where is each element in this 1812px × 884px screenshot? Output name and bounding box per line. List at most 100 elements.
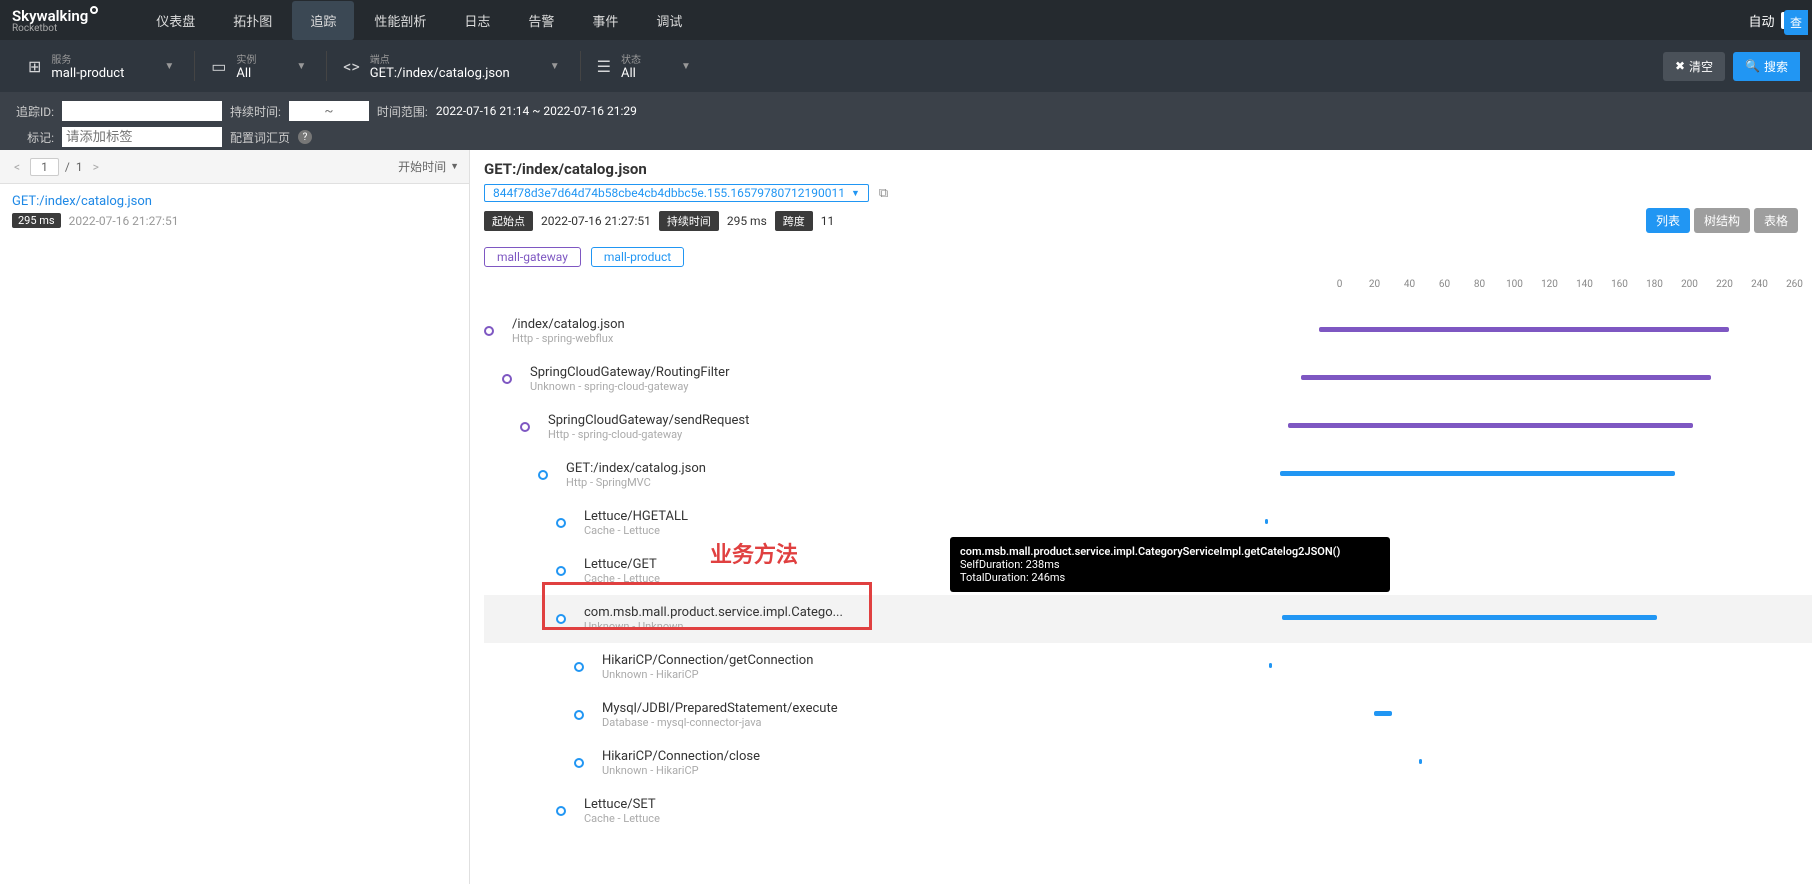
info-icon[interactable]: ? (298, 130, 312, 144)
trace-name: GET:/index/catalog.json (12, 194, 457, 209)
span-name: /index/catalog.json (512, 317, 625, 332)
span-dot-icon (574, 710, 584, 720)
nav-item-6[interactable]: 事件 (574, 1, 636, 40)
search-button[interactable]: 🔍搜索 (1733, 52, 1800, 81)
state-icon: ☰ (597, 57, 611, 76)
trace-list-item[interactable]: GET:/index/catalog.json 295 ms 2022-07-1… (0, 184, 469, 238)
tag-label: 标记: (12, 129, 54, 146)
span-row[interactable]: GET:/index/catalog.jsonHttp - SpringMVC (484, 451, 1812, 499)
span-name: Lettuce/GET (584, 557, 660, 572)
filter-service[interactable]: ⊞ 服务mall-product ▼ (12, 51, 190, 81)
span-dot-icon (538, 470, 548, 480)
span-row[interactable]: SpringCloudGateway/sendRequestHttp - spr… (484, 403, 1812, 451)
span-row[interactable]: HikariCP/Connection/getConnectionUnknown… (484, 643, 1812, 691)
start-value: 2022-07-16 21:27:51 (541, 214, 651, 228)
span-bar (1282, 615, 1657, 620)
span-sub: Unknown - HikariCP (602, 668, 813, 681)
filter-instance[interactable]: ▭ 实例All ▼ (194, 51, 322, 81)
logo-dot-icon (90, 6, 98, 14)
span-sub: Cache - Lettuce (584, 812, 660, 825)
span-row[interactable]: SpringCloudGateway/RoutingFilterUnknown … (484, 355, 1812, 403)
nav-item-2[interactable]: 追踪 (292, 1, 354, 40)
span-name: Lettuce/HGETALL (584, 509, 688, 524)
span-sub: Http - SpringMVC (566, 476, 706, 489)
chevron-down-icon: ▼ (851, 188, 860, 199)
prev-page-icon[interactable]: < (10, 160, 24, 174)
clear-label: 清空 (1689, 58, 1713, 75)
filter-value: All (621, 66, 641, 81)
ruler-tick: 260 (1777, 279, 1812, 290)
duration-input[interactable] (289, 101, 369, 121)
refresh-label: 自动 (1749, 11, 1775, 30)
nav-item-1[interactable]: 拓扑图 (215, 1, 290, 40)
trace-id-select[interactable]: 844f78d3e7d64d74b58cbe4cb4dbbc5e.155.165… (484, 184, 869, 202)
span-row[interactable]: /index/catalog.jsonHttp - spring-webflux (484, 307, 1812, 355)
nav-item-3[interactable]: 性能剖析 (356, 1, 444, 40)
ruler-tick: 200 (1672, 279, 1707, 290)
logo-subtitle: Rocketbot (12, 23, 98, 34)
span-bar (1419, 759, 1422, 764)
trace-body: 020406080100120140160180200220240260 /in… (470, 279, 1812, 884)
sub-filter: 追踪ID: 持续时间: 时间范围: 2022-07-16 21:14 ~ 202… (0, 92, 1812, 150)
ruler-tick: 40 (1392, 279, 1427, 290)
ruler-tick: 120 (1532, 279, 1567, 290)
cube-icon: ⊞ (28, 57, 41, 76)
config-vocab-link[interactable]: 配置词汇页 (230, 129, 290, 146)
view-tree-button[interactable]: 树结构 (1694, 208, 1750, 233)
filter-label: 服务 (51, 51, 124, 66)
span-sub: Database - mysql-connector-java (602, 716, 838, 729)
span-dot-icon (556, 614, 566, 624)
span-bar (1280, 471, 1675, 476)
filter-endpoint[interactable]: <> 端点GET:/index/catalog.json ▼ (326, 51, 575, 81)
filter-label: 端点 (370, 51, 510, 66)
span-bar (1269, 663, 1272, 668)
filter-label: 状态 (621, 51, 641, 66)
span-bar (1374, 711, 1392, 716)
ruler-tick: 0 (1322, 279, 1357, 290)
main-content: < 1 / 1 > 开始时间▼ GET:/index/catalog.json … (0, 150, 1812, 884)
clear-button[interactable]: ✖清空 (1663, 52, 1725, 81)
chevron-down-icon: ▼ (450, 161, 459, 172)
span-dot-icon (484, 326, 494, 336)
filter-label: 实例 (236, 51, 256, 66)
filter-state[interactable]: ☰ 状态All ▼ (580, 51, 707, 81)
span-bar (1319, 327, 1729, 332)
copy-icon[interactable]: ⧉ (879, 186, 888, 201)
chevron-down-icon: ▼ (550, 61, 560, 72)
chevron-down-icon: ▼ (681, 61, 691, 72)
span-dot-icon (574, 662, 584, 672)
ruler-tick: 220 (1707, 279, 1742, 290)
span-row[interactable]: Mysql/JDBI/PreparedStatement/executeData… (484, 691, 1812, 739)
trace-duration-badge: 295 ms (12, 213, 61, 228)
sort-dropdown[interactable]: 开始时间▼ (398, 158, 459, 175)
span-row[interactable]: HikariCP/Connection/closeUnknown - Hikar… (484, 739, 1812, 787)
span-dot-icon (502, 374, 512, 384)
span-name: Lettuce/SET (584, 797, 660, 812)
trace-id-input[interactable] (62, 101, 222, 121)
span-dot-icon (574, 758, 584, 768)
span-value: 11 (821, 214, 835, 228)
duration-label: 持续时间: (230, 103, 281, 120)
span-row[interactable]: Lettuce/SETCache - Lettuce (484, 787, 1812, 835)
page-slash: / (65, 160, 70, 174)
services-row: mall-gateway mall-product (470, 243, 1812, 279)
span-sub: Http - spring-cloud-gateway (548, 428, 749, 441)
ruler-tick: 100 (1497, 279, 1532, 290)
service-tag[interactable]: mall-product (591, 247, 684, 267)
search-label: 搜索 (1764, 58, 1788, 75)
span-name: SpringCloudGateway/sendRequest (548, 413, 749, 428)
next-page-icon[interactable]: > (89, 160, 103, 174)
nav-item-5[interactable]: 告警 (510, 1, 572, 40)
ruler-tick: 20 (1357, 279, 1392, 290)
ruler-tick: 60 (1427, 279, 1462, 290)
nav-item-7[interactable]: 调试 (638, 1, 700, 40)
view-list-button[interactable]: 列表 (1646, 208, 1690, 233)
view-table-button[interactable]: 表格 (1754, 208, 1798, 233)
page-current[interactable]: 1 (30, 158, 59, 176)
tag-input[interactable] (62, 127, 222, 147)
nav-item-4[interactable]: 日志 (446, 1, 508, 40)
span-sub: Unknown - spring-cloud-gateway (530, 380, 729, 393)
duration-chip: 持续时间 (659, 211, 719, 231)
service-tag[interactable]: mall-gateway (484, 247, 581, 267)
nav-item-0[interactable]: 仪表盘 (138, 1, 213, 40)
